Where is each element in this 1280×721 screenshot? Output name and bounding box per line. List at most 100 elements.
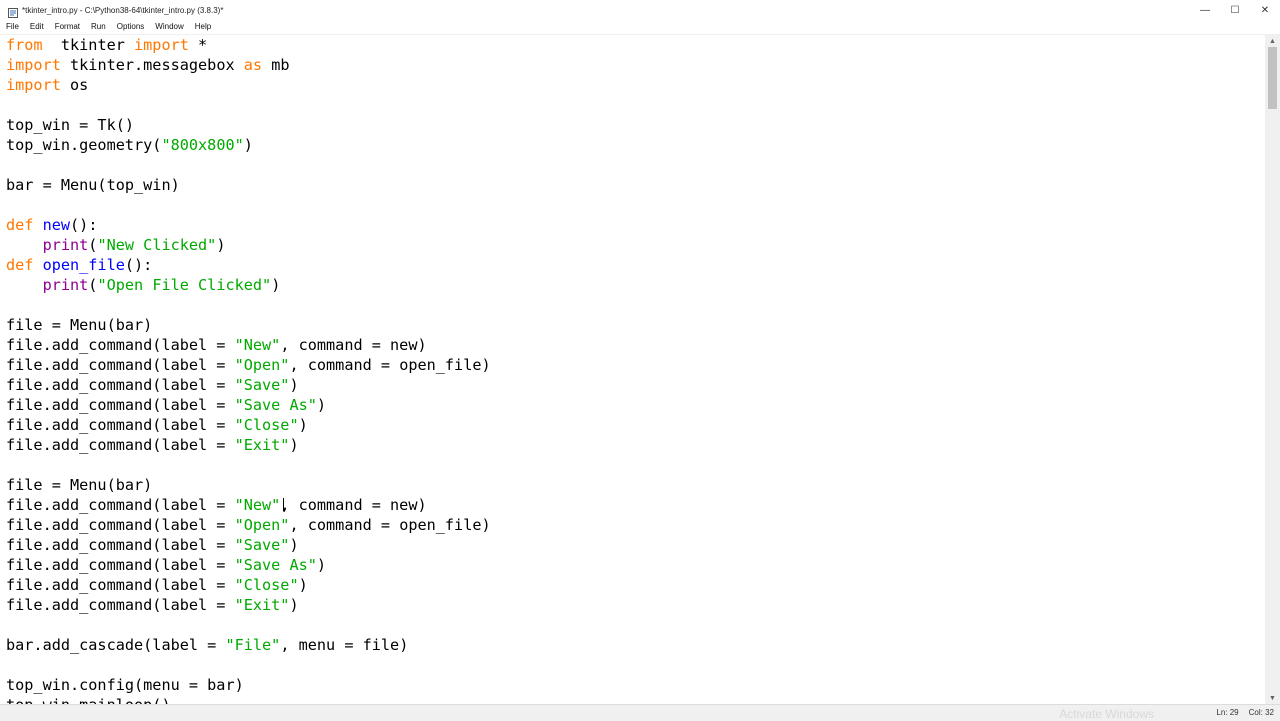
code-line[interactable]: file.add_command(label = "Open", command… bbox=[6, 355, 1265, 375]
code-line[interactable]: file.add_command(label = "Close") bbox=[6, 575, 1265, 595]
status-line: Ln: 29 bbox=[1216, 708, 1239, 717]
code-line[interactable] bbox=[6, 455, 1265, 475]
window-title: *tkinter_intro.py - C:\Python38-64\tkint… bbox=[22, 5, 224, 15]
code-token: import bbox=[134, 36, 189, 54]
maximize-button[interactable]: ☐ bbox=[1220, 0, 1250, 20]
code-token: "Exit" bbox=[234, 436, 290, 454]
code-token: new bbox=[42, 216, 71, 234]
status-col: Col: 32 bbox=[1248, 708, 1274, 717]
code-line[interactable] bbox=[6, 95, 1265, 115]
code-line[interactable]: file.add_command(label = "Close") bbox=[6, 415, 1265, 435]
code-line[interactable]: file.add_command(label = "New", command … bbox=[6, 495, 1265, 515]
code-token: "File" bbox=[225, 636, 281, 654]
code-line[interactable]: print("New Clicked") bbox=[6, 235, 1265, 255]
code-line[interactable]: bar.add_cascade(label = "File", menu = f… bbox=[6, 635, 1265, 655]
code-token: "Save" bbox=[234, 376, 290, 394]
code-editor[interactable]: from tkinter import * import tkinter.mess… bbox=[0, 35, 1265, 704]
code-text[interactable]: from tkinter import * import tkinter.mess… bbox=[0, 35, 1265, 704]
code-token: "Exit" bbox=[234, 596, 290, 614]
code-token: ) bbox=[289, 596, 299, 614]
menu-bar: File Edit Format Run Options Window Help bbox=[0, 20, 1280, 35]
code-line[interactable]: file.add_command(label = "Open", command… bbox=[6, 515, 1265, 535]
menu-file[interactable]: File bbox=[0, 20, 24, 34]
code-line[interactable]: file.add_command(label = "Save") bbox=[6, 535, 1265, 555]
code-line[interactable] bbox=[6, 615, 1265, 635]
code-line[interactable]: import tkinter.messagebox as mb bbox=[6, 55, 1265, 75]
minimize-button[interactable]: — bbox=[1190, 0, 1220, 20]
code-line[interactable]: file.add_command(label = "Exit") bbox=[6, 595, 1265, 615]
code-token: "New Clicked" bbox=[97, 236, 217, 254]
code-token: (): bbox=[124, 256, 153, 274]
code-line[interactable] bbox=[6, 155, 1265, 175]
code-token: import bbox=[6, 76, 61, 94]
code-token: ) bbox=[316, 556, 327, 574]
code-token: "Open File Clicked" bbox=[97, 276, 272, 294]
menu-run[interactable]: Run bbox=[85, 20, 111, 34]
code-line[interactable]: import os bbox=[6, 75, 1265, 95]
code-token: "New" bbox=[234, 496, 281, 514]
code-token: file.add_command(label = bbox=[6, 356, 235, 374]
scrollbar-thumb[interactable] bbox=[1268, 47, 1277, 109]
code-token: file.add_command(label = bbox=[6, 416, 235, 434]
code-line[interactable]: top_win.geometry("800x800") bbox=[6, 135, 1265, 155]
code-token: from bbox=[6, 36, 43, 54]
code-token: ) bbox=[298, 416, 308, 434]
code-token: ) bbox=[271, 276, 281, 294]
code-token: , command = open_file) bbox=[289, 516, 491, 534]
code-line[interactable]: file = Menu(bar) bbox=[6, 315, 1265, 335]
code-line[interactable]: file.add_command(label = "Save As") bbox=[6, 555, 1265, 575]
code-token: file.add_command(label = bbox=[6, 576, 235, 594]
code-line[interactable]: print("Open File Clicked") bbox=[6, 275, 1265, 295]
code-token: "Save As" bbox=[234, 396, 317, 414]
close-button[interactable]: ✕ bbox=[1250, 0, 1280, 20]
code-line[interactable]: bar = Menu(top_win) bbox=[6, 175, 1265, 195]
code-token: file.add_command(label = bbox=[6, 376, 235, 394]
code-line[interactable]: top_win.config(menu = bar) bbox=[6, 675, 1265, 695]
code-line[interactable] bbox=[6, 195, 1265, 215]
code-line[interactable]: top_win.mainloop() bbox=[6, 695, 1265, 704]
code-line[interactable]: file.add_command(label = "Exit") bbox=[6, 435, 1265, 455]
code-line[interactable]: file.add_command(label = "Save") bbox=[6, 375, 1265, 395]
code-line[interactable] bbox=[6, 655, 1265, 675]
code-token: print bbox=[42, 276, 89, 294]
code-line[interactable]: file.add_command(label = "New", command … bbox=[6, 335, 1265, 355]
code-token: tkinter bbox=[42, 36, 135, 54]
code-token: open_file bbox=[42, 256, 125, 274]
menu-options[interactable]: Options bbox=[111, 20, 150, 34]
code-token: ) bbox=[316, 396, 327, 414]
menu-window[interactable]: Window bbox=[149, 20, 188, 34]
code-line[interactable]: file = Menu(bar) bbox=[6, 475, 1265, 495]
code-token: top_win.config(menu = bar) bbox=[6, 676, 244, 694]
scroll-up-icon[interactable]: ▲ bbox=[1265, 35, 1280, 47]
code-token: , menu = file) bbox=[280, 636, 409, 654]
code-line[interactable]: def open_file(): bbox=[6, 255, 1265, 275]
menu-help[interactable]: Help bbox=[189, 20, 216, 34]
code-token: as bbox=[243, 56, 263, 74]
code-token: file.add_command(label = bbox=[6, 516, 235, 534]
code-token: bar.add_cascade(label = bbox=[6, 636, 226, 654]
code-token: file = Menu(bar) bbox=[6, 476, 153, 494]
code-line[interactable] bbox=[6, 295, 1265, 315]
scroll-down-icon[interactable]: ▼ bbox=[1265, 692, 1280, 704]
code-token: top_win = Tk() bbox=[6, 116, 135, 134]
code-token: * bbox=[188, 36, 208, 54]
code-line[interactable]: from tkinter import * bbox=[6, 35, 1265, 55]
code-token: print bbox=[42, 236, 89, 254]
code-token: tkinter.messagebox bbox=[60, 56, 244, 74]
code-line[interactable]: def new(): bbox=[6, 215, 1265, 235]
menu-edit[interactable]: Edit bbox=[24, 20, 49, 34]
code-token: "Save As" bbox=[234, 556, 317, 574]
code-token: top_win.mainloop() bbox=[6, 696, 171, 704]
code-token: bar = Menu(top_win) bbox=[6, 176, 180, 194]
code-line[interactable]: file.add_command(label = "Save As") bbox=[6, 395, 1265, 415]
title-bar[interactable]: *tkinter_intro.py - C:\Python38-64\tkint… bbox=[0, 0, 1280, 20]
menu-format[interactable]: Format bbox=[49, 20, 85, 34]
code-line[interactable]: top_win = Tk() bbox=[6, 115, 1265, 135]
code-token: "800x800" bbox=[161, 136, 244, 154]
vertical-scrollbar[interactable]: ▲ ▼ bbox=[1265, 35, 1280, 704]
code-token: file.add_command(label = bbox=[6, 336, 235, 354]
code-token: file.add_command(label = bbox=[6, 596, 235, 614]
